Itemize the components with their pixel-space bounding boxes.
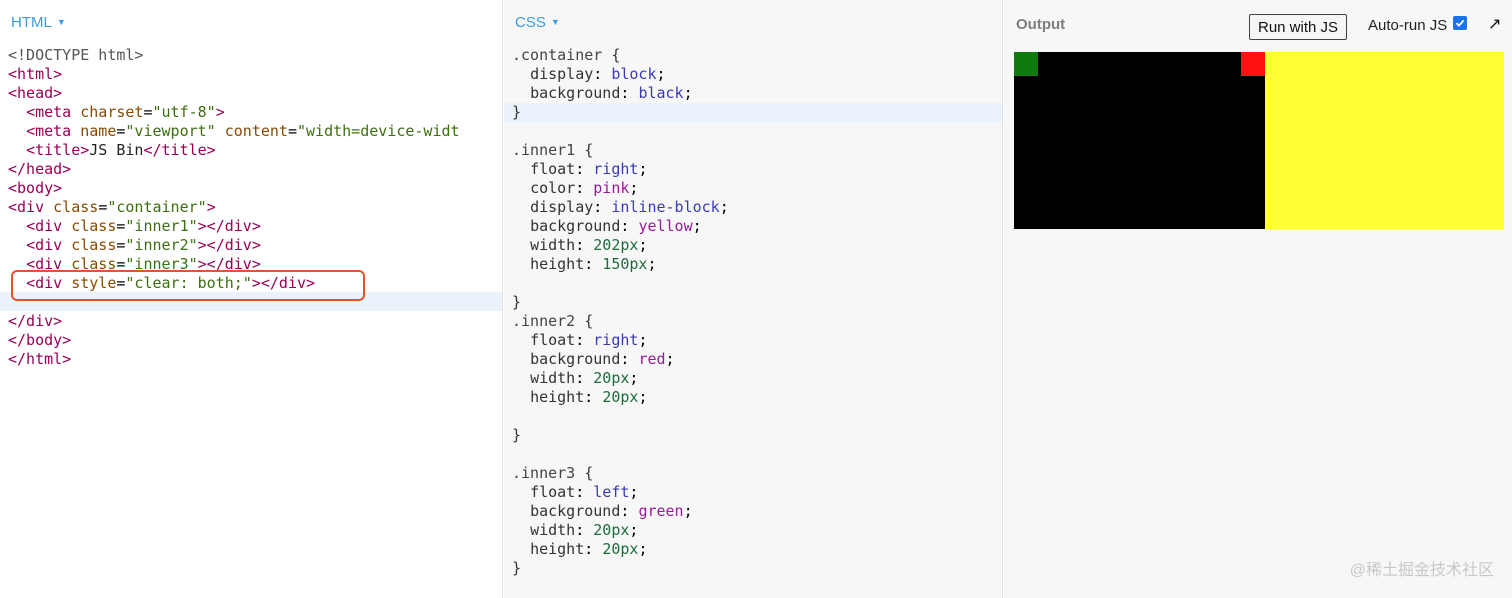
html-pane-header[interactable]: HTML ▼ xyxy=(11,14,66,31)
code-line: height: 20px; xyxy=(530,388,648,406)
code-line: display: inline-block; xyxy=(530,198,729,216)
clear-both-highlight-box xyxy=(11,270,365,301)
code-line: <body> xyxy=(8,179,63,197)
inner2-block xyxy=(1241,52,1265,76)
code-line: </body> xyxy=(8,331,72,349)
code-line: width: 202px; xyxy=(530,236,648,254)
code-line: float: right; xyxy=(530,331,648,349)
code-line: } xyxy=(512,103,522,121)
output-preview xyxy=(1014,52,1504,229)
code-line: width: 20px; xyxy=(530,369,639,387)
caret-down-icon[interactable]: ▼ xyxy=(551,17,560,27)
watermark: @稀土掘金技术社区 xyxy=(1349,562,1494,579)
html-pane-label: HTML xyxy=(11,14,52,31)
code-line: background: black; xyxy=(530,84,693,102)
code-line: <head> xyxy=(8,84,63,102)
css-pane-label: CSS xyxy=(515,14,546,31)
inner1-block xyxy=(1265,52,1504,229)
code-line: </head> xyxy=(8,160,72,178)
auto-run-js-toggle[interactable]: Auto-run JS xyxy=(1368,15,1468,34)
css-editor-pane[interactable]: CSS ▼ .container { display: block; backgr… xyxy=(504,0,1003,598)
code-line: </html> xyxy=(8,350,72,368)
caret-down-icon[interactable]: ▼ xyxy=(57,17,66,27)
code-line: <div class="container"> xyxy=(8,198,216,216)
auto-run-js-label: Auto-run JS xyxy=(1368,17,1448,34)
code-line: } xyxy=(512,293,522,311)
code-line: <!DOCTYPE html> xyxy=(8,46,144,64)
code-line: } xyxy=(512,559,522,577)
code-line: height: 20px; xyxy=(530,540,648,558)
css-pane-header[interactable]: CSS ▼ xyxy=(515,14,560,31)
code-line: float: left; xyxy=(530,483,639,501)
code-line: display: block; xyxy=(530,65,666,83)
code-line: <meta name="viewport" content="width=dev… xyxy=(26,122,460,140)
code-line: background: yellow; xyxy=(530,217,702,235)
output-pane: Output Run with JS Auto-run JS ↗ @稀土掘金技术… xyxy=(1004,0,1512,598)
checkbox-checked-icon[interactable] xyxy=(1453,15,1468,30)
code-line: background: green; xyxy=(530,502,693,520)
code-line: .container { xyxy=(512,46,621,64)
code-line: height: 150px; xyxy=(530,255,657,273)
code-line: width: 20px; xyxy=(530,521,639,539)
run-with-js-button[interactable]: Run with JS xyxy=(1249,14,1348,40)
code-line: <html> xyxy=(8,65,63,83)
container-block xyxy=(1014,52,1265,229)
code-line: .inner1 { xyxy=(512,141,594,159)
code-line: float: right; xyxy=(530,160,648,178)
popout-arrow-icon[interactable]: ↗ xyxy=(1488,14,1501,34)
code-line: <div class="inner2"></div> xyxy=(26,236,261,254)
css-code[interactable]: .container { display: block; background:… xyxy=(512,46,729,578)
code-line: .inner2 { xyxy=(512,312,594,330)
code-line: } xyxy=(512,426,522,444)
code-line: </div> xyxy=(8,312,63,330)
html-editor-pane[interactable]: HTML ▼ <!DOCTYPE html> <html> <head> <met… xyxy=(0,0,503,598)
code-line: <title>JS Bin</title> xyxy=(26,141,216,159)
code-line: <meta charset="utf-8"> xyxy=(26,103,225,121)
code-line: <div class="inner1"></div> xyxy=(26,217,261,235)
code-line: .inner3 { xyxy=(512,464,594,482)
code-line: color: pink; xyxy=(530,179,639,197)
html-code[interactable]: <!DOCTYPE html> <html> <head> <meta char… xyxy=(8,46,460,369)
code-line: background: red; xyxy=(530,350,675,368)
inner3-block xyxy=(1014,52,1038,76)
output-pane-label: Output xyxy=(1016,16,1066,33)
